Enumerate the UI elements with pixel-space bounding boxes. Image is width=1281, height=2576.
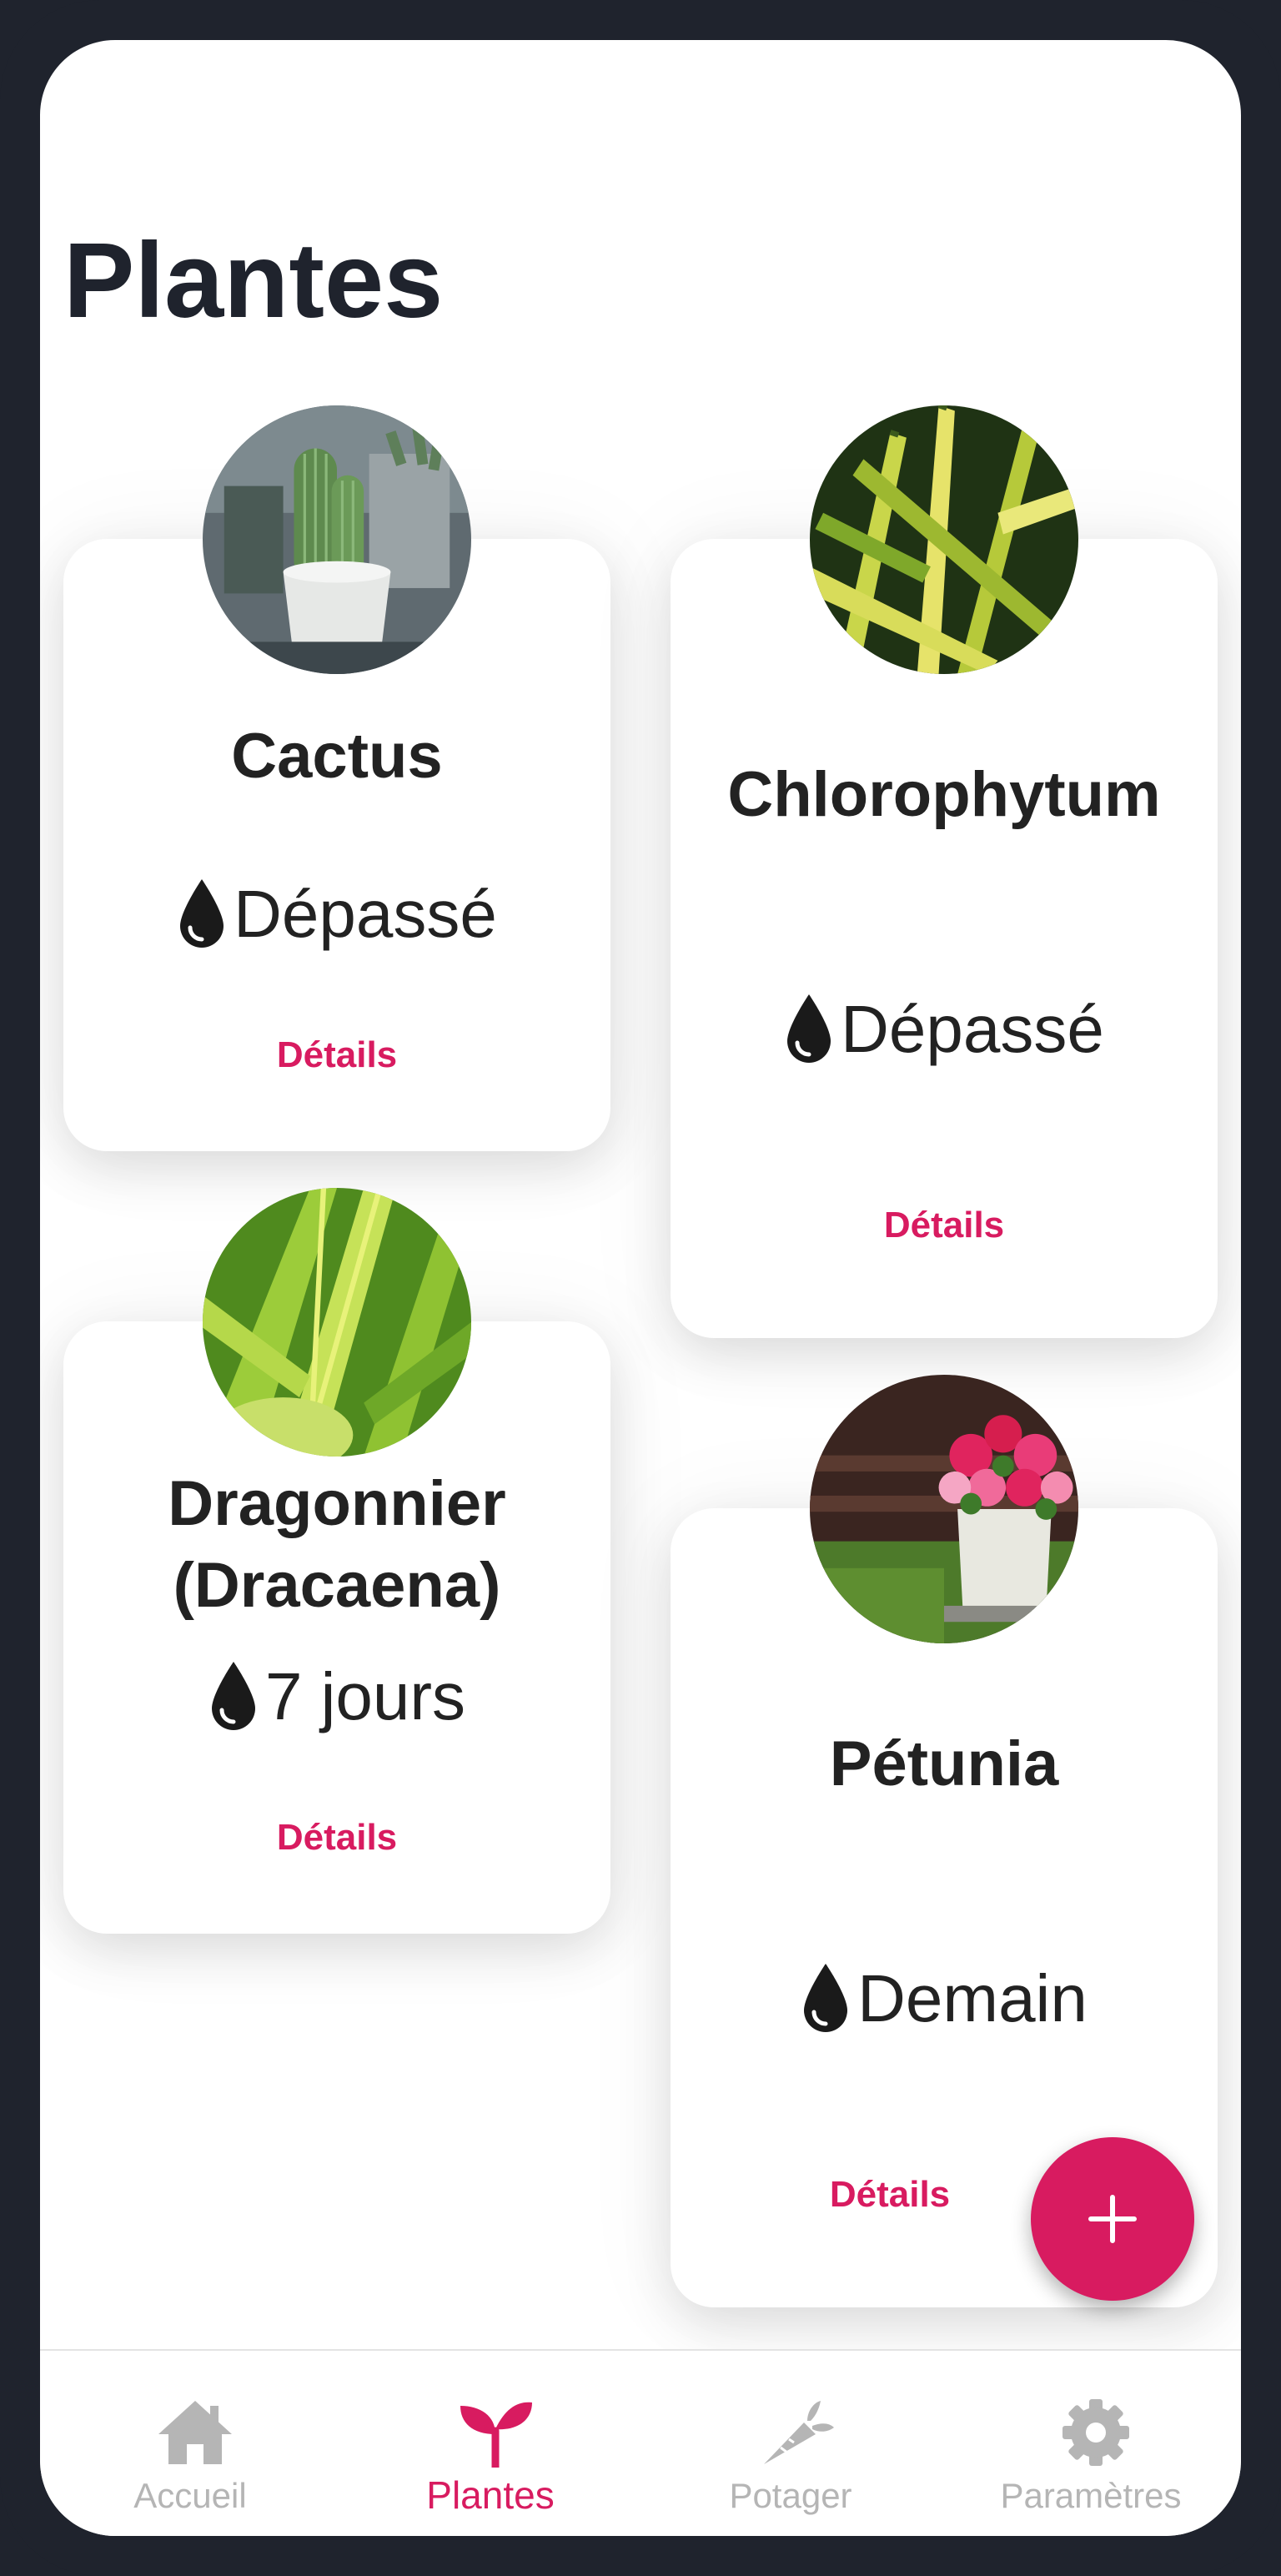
home-icon [155, 2397, 235, 2468]
nav-item-plantes[interactable]: Plantes [340, 2351, 640, 2536]
dragonnier-photo [203, 1188, 471, 1457]
details-link[interactable]: Détails [63, 1034, 610, 1076]
water-drop-icon [208, 1660, 259, 1733]
watering-status: Dépassé [63, 873, 610, 956]
water-drop-icon [801, 1962, 851, 2035]
plant-name: Dragonnier (Dracaena) [168, 1468, 506, 1621]
chlorophytum-photo [810, 405, 1078, 674]
nav-label: Plantes [426, 2473, 555, 2517]
watering-status: Demain [671, 1957, 1218, 2040]
device-frame: Plantes Cactus Dépassé Détails Chlorophy… [0, 0, 1281, 2576]
page-title: Plantes [63, 221, 444, 340]
plant-name: Pétunia [829, 1728, 1059, 1799]
nav-item-potager[interactable]: Potager [640, 2351, 941, 2536]
watering-status-text: Demain [857, 1961, 1088, 2035]
nav-item-parametres[interactable]: Paramètres [941, 2351, 1241, 2536]
sprout-icon [455, 2397, 535, 2468]
app-screen: Plantes Cactus Dépassé Détails Chlorophy… [40, 40, 1241, 2536]
nav-label: Potager [729, 2476, 852, 2515]
water-drop-icon [177, 878, 227, 951]
add-plant-button[interactable] [1031, 2137, 1194, 2301]
watering-status: Dépassé [671, 988, 1218, 1071]
bottom-navigation: Accueil Plantes Potager Paramètres [40, 2349, 1241, 2536]
gear-icon [1056, 2397, 1136, 2468]
details-link[interactable]: Détails [671, 1205, 1218, 1246]
water-drop-icon [784, 993, 834, 1066]
watering-status: 7 jours [63, 1655, 610, 1738]
nav-label: Paramètres [1000, 2476, 1182, 2515]
petunia-photo [810, 1375, 1078, 1643]
nav-label: Accueil [133, 2476, 247, 2515]
plus-icon [1088, 2195, 1137, 2243]
watering-status-text: Dépassé [841, 992, 1104, 1066]
details-link[interactable]: Détails [63, 1817, 610, 1859]
watering-status-text: 7 jours [264, 1659, 466, 1733]
cactus-photo [203, 405, 471, 674]
watering-status-text: Dépassé [234, 877, 497, 951]
nav-item-accueil[interactable]: Accueil [40, 2351, 340, 2536]
plant-name: Cactus [231, 721, 443, 792]
carrot-icon [756, 2397, 836, 2468]
plant-name: Chlorophytum [727, 759, 1161, 830]
